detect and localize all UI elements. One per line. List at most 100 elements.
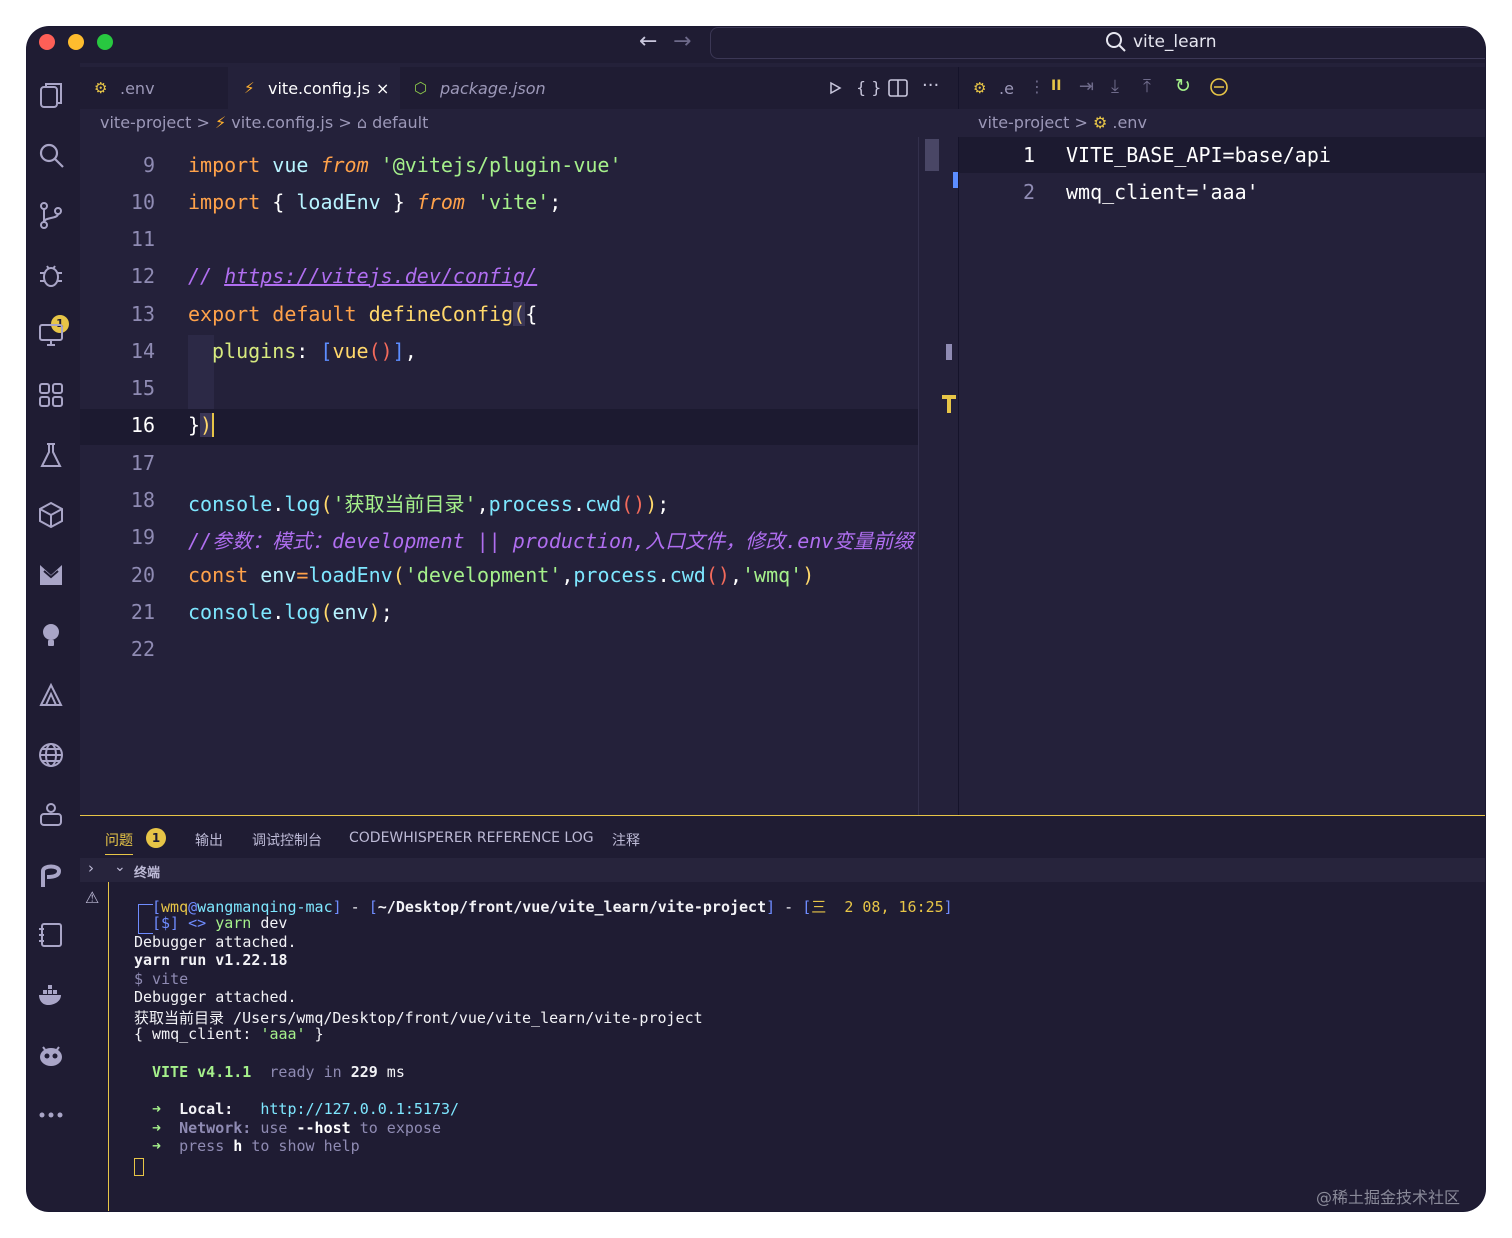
env-editor[interactable]: 1 2 VITE_BASE_API=base/api wmq_client='a…: [958, 137, 1485, 815]
terminal-header: › ⌄ 终端: [80, 858, 1485, 882]
line-number: 12: [130, 264, 155, 288]
token: (): [705, 563, 730, 587]
lightbulb-icon[interactable]: [37, 621, 65, 649]
gitlens-icon[interactable]: [37, 561, 65, 589]
testing-flask-icon[interactable]: [37, 441, 65, 469]
extensions-icon[interactable]: [37, 381, 65, 409]
terminal-cursor[interactable]: [134, 1158, 144, 1176]
token: }: [380, 190, 417, 214]
close-window-button[interactable]: [39, 34, 55, 50]
breadcrumb-file[interactable]: vite.config.js: [231, 113, 333, 132]
terminal-line: yarn run v1.22.18: [134, 951, 288, 969]
restart-icon[interactable]: ↻: [1175, 75, 1191, 97]
minimize-window-button[interactable]: [68, 34, 84, 50]
pause-icon[interactable]: II: [1051, 78, 1061, 94]
vite-icon: ⚡: [244, 79, 255, 97]
token: vue: [260, 153, 321, 177]
tab-vite-config[interactable]: ⚡ vite.config.js ×: [228, 67, 400, 109]
token: (: [320, 600, 333, 624]
line-number: 13: [130, 302, 155, 326]
disconnect-icon[interactable]: [1209, 77, 1229, 97]
remote-explorer-icon[interactable]: [37, 321, 65, 349]
terminal-line: { wmq_client: 'aaa' }: [134, 1025, 324, 1043]
breadcrumb-right: vite-project > ⚙ .env: [978, 113, 1147, 132]
tab-label: package.json: [440, 79, 546, 98]
panel-tab-problems[interactable]: 问题: [105, 830, 133, 855]
step-into-icon[interactable]: ⤓: [1111, 76, 1119, 97]
minimap-slider[interactable]: [925, 139, 939, 171]
breadcrumb-project[interactable]: vite-project: [100, 113, 191, 132]
chevron-right-icon: >: [1074, 113, 1088, 132]
paw-icon[interactable]: [37, 861, 65, 889]
terminal-line: ➜ Local: http://127.0.0.1:5173/: [152, 1100, 459, 1118]
chevron-down-icon[interactable]: ⌄: [114, 859, 126, 875]
token: .: [572, 492, 585, 516]
prompt-time: 三 2 08, 16:25: [811, 898, 944, 916]
explorer-files-icon[interactable]: [37, 81, 65, 109]
split-editor-icon[interactable]: [888, 79, 908, 97]
right-tab-label[interactable]: .e: [999, 79, 1014, 98]
container-robot-icon[interactable]: [37, 801, 65, 829]
tab-package-json[interactable]: ⬡ package.json: [400, 67, 576, 109]
token: ,: [404, 339, 417, 363]
azure-icon[interactable]: [37, 681, 65, 709]
network-text: to expose: [350, 1119, 441, 1137]
remote-cube-icon[interactable]: [37, 501, 65, 529]
symbol-module-icon: ⌂: [356, 113, 367, 132]
minimap[interactable]: [918, 137, 959, 815]
code-line-18: console.log('获取当前目录',process.cwd());: [188, 488, 669, 517]
token: ): [368, 600, 381, 624]
command-center-search[interactable]: vite_learn: [710, 27, 1485, 59]
token: import: [188, 190, 261, 214]
back-arrow-icon[interactable]: ←: [639, 29, 657, 54]
token: =: [296, 563, 309, 587]
forward-arrow-icon[interactable]: →: [673, 29, 691, 54]
code-editor[interactable]: 9 10 11 12 13 14 15 16 17 18 19 20 21 22…: [80, 137, 918, 815]
step-out-icon[interactable]: ⤒: [1143, 76, 1151, 97]
env-output-value: 'aaa': [260, 1025, 306, 1043]
code-line-10: import { loadEnv } from 'vite';: [188, 190, 561, 214]
run-icon[interactable]: [828, 81, 842, 95]
token: {: [260, 190, 297, 214]
comment-link[interactable]: https://vitejs.dev/config/: [224, 264, 537, 288]
chevron-right-icon[interactable]: ›: [88, 859, 94, 877]
terminal-title[interactable]: 终端: [134, 862, 160, 881]
tab-env[interactable]: ⚙ .env: [80, 67, 228, 109]
globe-icon[interactable]: [37, 741, 65, 769]
drag-handle-icon[interactable]: ⋮: [1029, 77, 1045, 96]
breadcrumb-project[interactable]: vite-project: [978, 113, 1069, 132]
braces-icon[interactable]: { }: [856, 78, 881, 97]
local-url[interactable]: http://127.0.0.1:5173/: [260, 1100, 459, 1118]
run-debug-icon[interactable]: [37, 261, 65, 289]
env-file-icon: ⚙: [973, 79, 987, 97]
search-icon: [1106, 32, 1126, 52]
token: vue: [332, 339, 369, 363]
close-tab-icon[interactable]: ×: [376, 79, 389, 98]
token: ): [200, 413, 213, 437]
step-over-icon[interactable]: ⇥: [1079, 76, 1094, 97]
terminal-line: Debugger attached.: [134, 933, 297, 951]
code-line-9: import vue from '@vitejs/plugin-vue': [188, 153, 622, 177]
token: 'wmq': [741, 563, 803, 587]
panel-tab-comments[interactable]: 注释: [612, 830, 640, 850]
code-line-13: export default defineConfig({: [188, 302, 537, 326]
more-actions-icon[interactable]: ···: [922, 75, 939, 96]
token: //参数：模式：development || production,入口文件，修…: [188, 529, 914, 553]
scrollbar-marker: [946, 344, 952, 360]
more-ellipsis-icon[interactable]: [37, 1101, 65, 1129]
search-sidebar-icon[interactable]: [37, 141, 65, 169]
token: 'vite': [464, 190, 550, 214]
panel-tab-debug-console[interactable]: 调试控制台: [252, 830, 322, 850]
local-label: Local:: [161, 1100, 261, 1118]
notebook-icon[interactable]: [37, 921, 65, 949]
token: process: [573, 563, 658, 587]
docker-whale-icon[interactable]: [37, 981, 65, 1009]
breadcrumb-file[interactable]: .env: [1112, 113, 1147, 132]
panel-tab-output[interactable]: 输出: [195, 830, 223, 850]
copilot-face-icon[interactable]: [37, 1041, 65, 1069]
panel-tab-codewhisperer[interactable]: CODEWHISPERER REFERENCE LOG: [349, 830, 594, 846]
zoom-window-button[interactable]: [97, 34, 113, 50]
breadcrumb-symbol[interactable]: default: [372, 113, 428, 132]
source-control-icon[interactable]: [37, 201, 65, 229]
token: (: [320, 492, 333, 516]
